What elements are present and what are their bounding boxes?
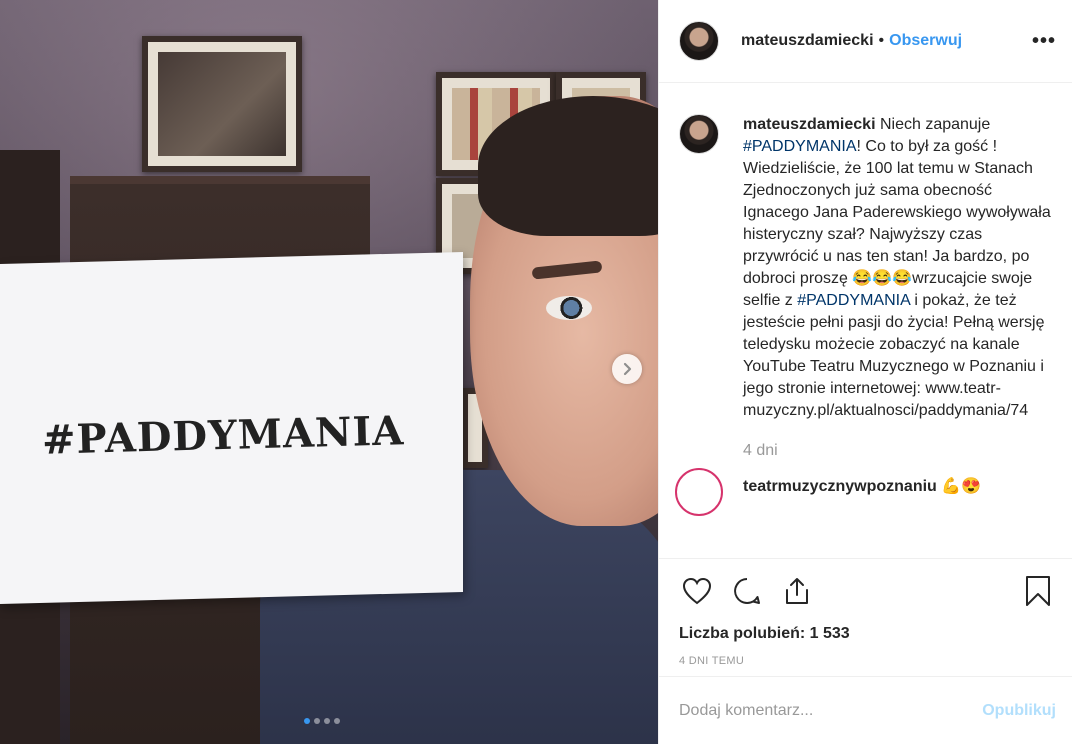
post-photo[interactable]: #PADDYMANIA: [0, 0, 658, 744]
save-button[interactable]: [1020, 573, 1056, 609]
person-eye: [546, 296, 592, 320]
more-options-button[interactable]: •••: [1032, 30, 1056, 53]
action-icons: [679, 573, 1052, 609]
hashtag-link[interactable]: #PADDYMANIA: [797, 292, 910, 309]
caption-text: mateuszdamiecki Niech zapanuje #PADDYMAN…: [743, 114, 1052, 422]
header-separator: •: [878, 32, 885, 49]
speech-bubble-icon: [734, 578, 760, 604]
heart-icon: [682, 577, 712, 605]
comment-input[interactable]: [679, 701, 983, 720]
add-comment-bar: Opublikuj: [659, 676, 1072, 744]
avatar[interactable]: [679, 114, 719, 154]
comments-list[interactable]: mateuszdamiecki Niech zapanuje #PADDYMAN…: [659, 84, 1072, 558]
hashtag-link[interactable]: #PADDYMANIA: [743, 138, 857, 155]
header-username[interactable]: mateuszdamiecki: [741, 32, 874, 50]
comment-item: teatrmuzycznywpoznaniu 💪😍: [675, 468, 1052, 516]
paper-sign-text: #PADDYMANIA: [41, 407, 405, 464]
carousel-dot: [314, 718, 320, 724]
like-button[interactable]: [679, 573, 715, 609]
chevron-right-icon: [623, 362, 632, 376]
caption: mateuszdamiecki Niech zapanuje #PADDYMAN…: [679, 114, 1052, 422]
bookmark-icon: [1026, 576, 1050, 606]
caption-text-part: Niech zapanuje: [875, 116, 991, 133]
share-button[interactable]: [779, 573, 815, 609]
caption-timestamp[interactable]: 4 dni: [743, 442, 1052, 460]
publish-button[interactable]: Opublikuj: [982, 702, 1056, 720]
wall-picture: [142, 36, 302, 172]
carousel-next-button[interactable]: [612, 354, 642, 384]
post-actions: Liczba polubień: 1 533 4 dni temu: [659, 558, 1072, 667]
comment-button[interactable]: [729, 573, 765, 609]
follow-button[interactable]: Obserwuj: [889, 32, 962, 50]
carousel-indicator: [304, 718, 340, 724]
post-timestamp[interactable]: 4 dni temu: [679, 655, 1052, 667]
carousel-dot: [324, 718, 330, 724]
carousel-dot: [334, 718, 340, 724]
post-sidebar: mateuszdamiecki • Obserwuj ••• mateuszda…: [658, 0, 1072, 744]
avatar[interactable]: [679, 21, 719, 61]
caption-text-part: ! Co to był za gość ! Wiedzieliście, że …: [743, 138, 1051, 309]
caption-username[interactable]: mateuszdamiecki: [743, 116, 876, 133]
likes-count[interactable]: Liczba polubień: 1 533: [679, 625, 1052, 643]
post-header: mateuszdamiecki • Obserwuj •••: [659, 0, 1072, 83]
share-icon: [786, 578, 808, 604]
avatar[interactable]: [675, 468, 723, 516]
carousel-dot: [304, 718, 310, 724]
caption-text-part: i pokaż, że też jesteście pełni pasji do…: [743, 292, 1045, 419]
comment-username[interactable]: teatrmuzycznywpoznaniu 💪😍: [743, 476, 981, 516]
